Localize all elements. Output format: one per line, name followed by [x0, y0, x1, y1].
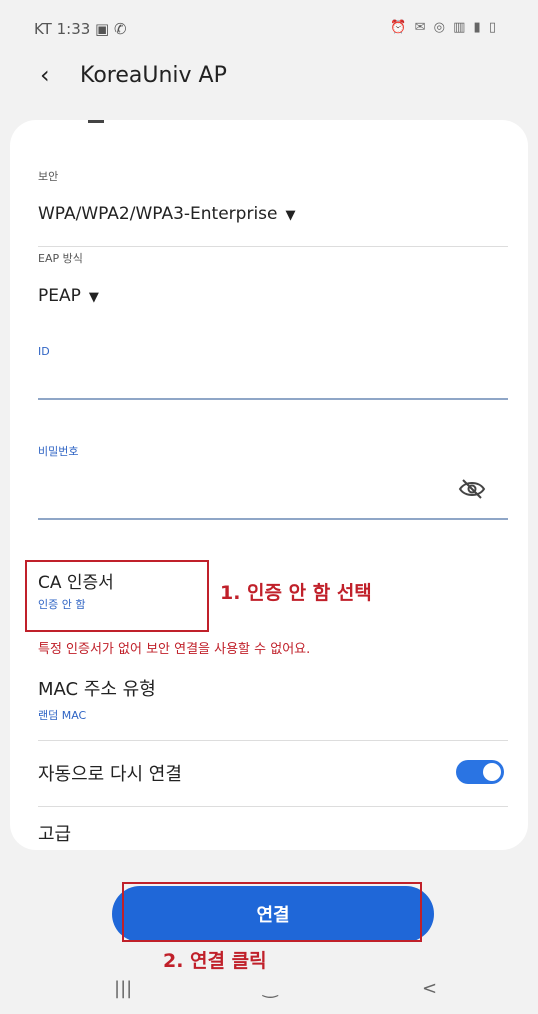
security-label: 보안 — [38, 170, 59, 183]
eap-value: PEAP — [38, 286, 81, 306]
auto-reconnect-toggle[interactable] — [456, 760, 504, 784]
status-left: KT 1:33 ▣ ✆ — [34, 20, 127, 38]
advanced-item[interactable]: 고급 — [38, 820, 71, 846]
password-label: 비밀번호 — [38, 445, 79, 458]
status-bar: KT 1:33 ▣ ✆ ⏰ ✉ ◎ ▥ ▮ ▯ — [0, 0, 538, 50]
password-field[interactable] — [38, 518, 508, 520]
app-bar: ‹ KoreaUniv AP — [0, 55, 538, 105]
id-field[interactable] — [38, 398, 508, 400]
security-value: WPA/WPA2/WPA3-Enterprise — [38, 204, 278, 224]
connect-highlight-box — [122, 882, 422, 942]
warning-text: 특정 인증서가 없어 보안 연결을 사용할 수 없어요. — [38, 642, 311, 657]
chevron-left-icon[interactable]: ‹ — [40, 61, 50, 89]
back-icon[interactable]: < — [422, 978, 437, 999]
annotation-step1: 1. 인증 안 함 선택 — [220, 582, 372, 604]
id-label: ID — [38, 345, 50, 358]
eap-dropdown[interactable]: PEAP ▼ — [38, 286, 99, 306]
caret-down-icon: ▼ — [88, 290, 99, 305]
toggle-knob — [483, 763, 501, 781]
annotation-step2: 2. 연결 클릭 — [163, 950, 267, 972]
status-icons: ⏰ ✉ ◎ ▥ ▮ ▯ — [390, 20, 498, 35]
auto-reconnect-label: 자동으로 다시 연결 — [38, 764, 182, 785]
eye-off-icon[interactable] — [458, 478, 486, 500]
divider — [38, 740, 508, 741]
mac-title: MAC 주소 유형 — [38, 679, 156, 700]
mac-address-item[interactable]: MAC 주소 유형 랜덤 MAC — [38, 675, 508, 735]
scroll-hint — [88, 120, 104, 123]
recent-apps-icon[interactable]: ||| — [114, 978, 132, 999]
ca-title: CA 인증서 — [38, 573, 114, 593]
ca-value: 인증 안 함 — [38, 598, 86, 611]
divider — [38, 246, 508, 247]
caret-down-icon: ▼ — [285, 208, 296, 223]
ca-certificate-item[interactable]: CA 인증서 인증 안 함 — [38, 568, 208, 624]
mac-value: 랜덤 MAC — [38, 709, 87, 722]
divider — [38, 806, 508, 807]
settings-card: 보안 WPA/WPA2/WPA3-Enterprise ▼ EAP 방식 PEAP… — [10, 120, 528, 850]
page-title: KoreaUniv AP — [80, 63, 227, 88]
eap-label: EAP 방식 — [38, 252, 83, 265]
home-icon[interactable]: ‿ — [263, 978, 277, 999]
nav-bar: ||| ‿ < — [0, 970, 538, 1014]
security-dropdown[interactable]: WPA/WPA2/WPA3-Enterprise ▼ — [38, 204, 295, 224]
